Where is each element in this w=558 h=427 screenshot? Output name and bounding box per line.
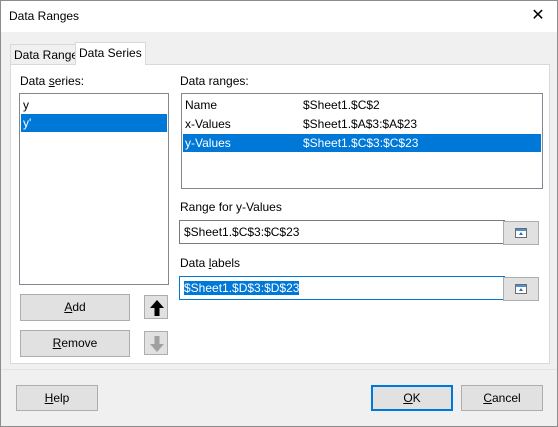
- shrink-button[interactable]: [503, 221, 539, 245]
- move-down-button[interactable]: [144, 331, 168, 355]
- list-item[interactable]: y': [21, 114, 167, 132]
- table-row[interactable]: y-Values $Sheet1.$C$3:$C$23: [183, 134, 541, 152]
- tab-data-range[interactable]: Data Range: [10, 44, 83, 65]
- dialog-window: Data Ranges ✕ Data Range Data Series Dat…: [0, 0, 558, 427]
- move-up-button[interactable]: [144, 295, 168, 319]
- shrink-dialog-icon: [515, 284, 527, 294]
- tab-label: Data Range: [14, 48, 79, 62]
- shrink-button[interactable]: [503, 277, 539, 301]
- data-ranges-table[interactable]: Name $Sheet1.$C$2 x-Values $Sheet1.$A$3:$A…: [181, 93, 543, 189]
- range-for-label: Range for y-Values: [180, 200, 282, 214]
- data-labels-label: Data labels: [180, 256, 241, 270]
- list-item[interactable]: y: [21, 96, 167, 114]
- remove-button[interactable]: Remove: [20, 330, 130, 357]
- arrow-up-icon: [150, 300, 164, 316]
- title-bar: Data Ranges ✕: [1, 1, 557, 32]
- tab-label: Data Series: [79, 46, 142, 60]
- tab-data-series[interactable]: Data Series: [75, 42, 146, 65]
- add-button[interactable]: Add: [20, 294, 130, 321]
- table-row[interactable]: x-Values $Sheet1.$A$3:$A$23: [183, 115, 541, 133]
- data-series-label: Data series:: [20, 74, 85, 88]
- data-ranges-label: Data ranges:: [180, 74, 249, 88]
- ok-button[interactable]: OK: [371, 385, 453, 411]
- tab-panel: Data series: y y' Data ranges: Name $Shee…: [10, 64, 550, 364]
- divider: [1, 369, 557, 370]
- close-icon[interactable]: ✕: [527, 5, 549, 27]
- data-series-list[interactable]: y y': [19, 93, 169, 285]
- cancel-button[interactable]: Cancel: [461, 385, 543, 411]
- dialog-title: Data Ranges: [9, 9, 80, 23]
- range-for-field[interactable]: $Sheet1.$C$3:$C$23: [179, 220, 505, 244]
- data-labels-field[interactable]: $Sheet1.$D$3:$D$23: [179, 276, 505, 300]
- table-row[interactable]: Name $Sheet1.$C$2: [183, 96, 541, 114]
- shrink-dialog-icon: [515, 228, 527, 238]
- arrow-down-icon: [150, 336, 164, 352]
- help-button[interactable]: Help: [16, 385, 98, 411]
